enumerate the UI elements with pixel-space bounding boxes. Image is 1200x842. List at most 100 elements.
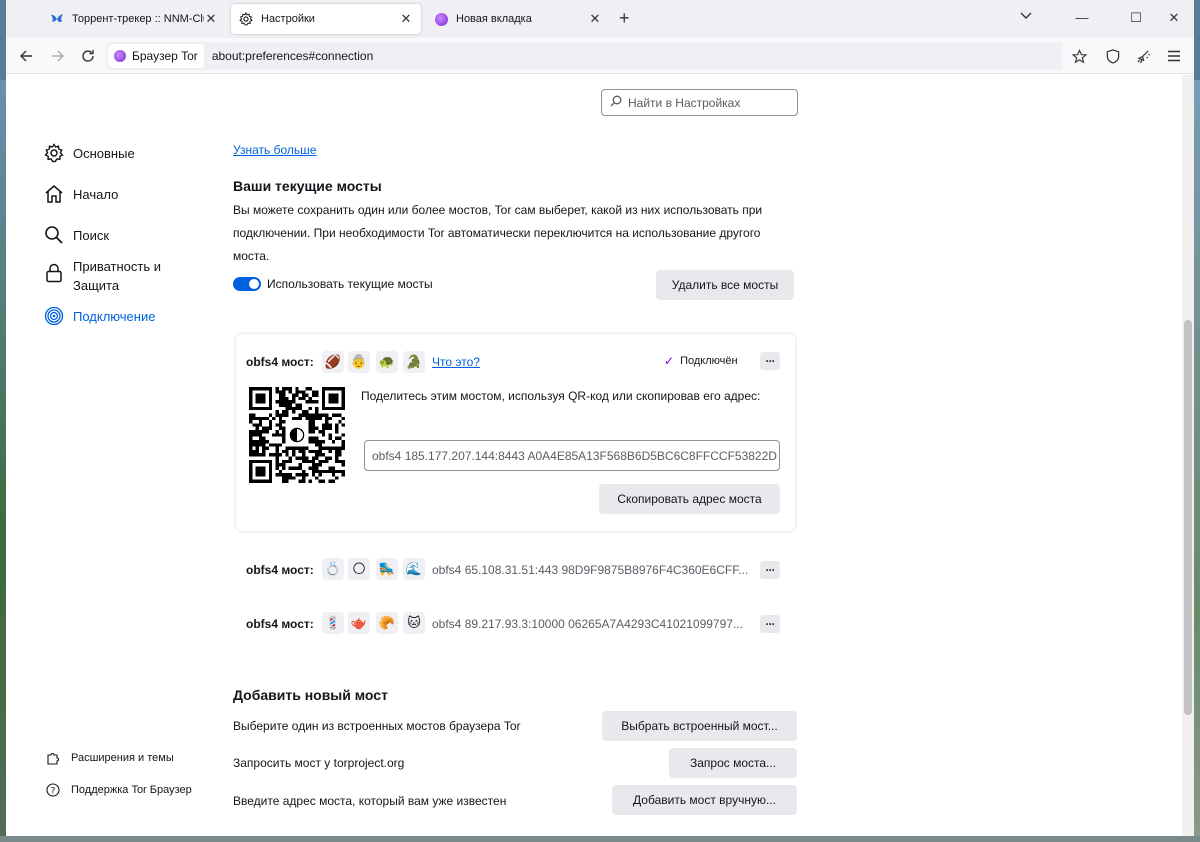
desktop-background-right (1194, 80, 1200, 842)
content-scrollbar[interactable] (1182, 75, 1194, 836)
bookmark-star-icon[interactable] (1070, 47, 1088, 65)
tab-new-tab[interactable]: Новая вкладка ✕ (426, 4, 610, 34)
use-current-bridges-row[interactable]: Использовать текущие мосты (233, 277, 433, 291)
identity-box[interactable]: Браузер Tor (108, 44, 204, 68)
bridge-emoji: 💍 (322, 558, 344, 580)
current-bridges-description: Вы можете сохранить один или более мосто… (233, 203, 763, 263)
back-arrow-icon[interactable] (16, 46, 36, 66)
gear-icon (44, 143, 64, 163)
sidebar-extensions-themes[interactable]: Расширения и темы (46, 751, 174, 765)
bridge-menu-button[interactable]: ··· (760, 561, 780, 579)
sidebar-item-label: Подключение (73, 308, 156, 324)
sidebar-item-label: Начало (73, 186, 119, 202)
learn-more-link[interactable]: Узнать больше (233, 143, 316, 157)
tor-browser-icon (114, 50, 126, 62)
sidebar-item-general[interactable]: Основные (44, 143, 135, 163)
add-bridge-manually-button[interactable]: Добавить мост вручную... (612, 785, 797, 815)
bridge-emoji: 💈 (322, 612, 344, 634)
sidebar-item-home[interactable]: Начало (44, 184, 118, 204)
home-icon (44, 184, 64, 204)
current-bridges-heading: Ваши текущие мосты (233, 178, 382, 194)
bridge-card: obfs4 мост: 🏈 👵 🐢 🐊 Что это? ✓ Подключён… (236, 334, 795, 531)
select-builtin-bridge-button[interactable]: Выбрать встроенный мост... (602, 711, 797, 741)
tor-connection-icon (44, 306, 64, 326)
bridge-type-label: obfs4 мост: (246, 563, 314, 577)
bridge-emoji: 🐱 (403, 612, 425, 634)
identity-label: Браузер Tor (132, 49, 198, 63)
new-identity-broom-icon[interactable] (1134, 47, 1152, 65)
bridge-emoji: 🫖 (348, 612, 370, 634)
bridge-emoji: 🌊 (403, 558, 425, 580)
tab-label: Настройки (261, 13, 315, 25)
sidebar-item-label: Поиск (73, 227, 110, 243)
tab-torrent-tracker[interactable]: Торрент-трекер :: NNM-Club ✕ (42, 4, 226, 34)
bridge-address: obfs4 89.217.93.3:10000 06265A7A4293C410… (432, 617, 743, 631)
close-window-icon[interactable]: ✕ (1166, 10, 1182, 26)
bridge-emoji: 👵 (348, 351, 370, 373)
bridge-emoji: 🛼 (376, 558, 398, 580)
desktop-background-bottom (0, 836, 1200, 842)
sidebar-item-privacy[interactable]: Приватность и Защита (44, 257, 183, 295)
bridge-emoji: 🌕 (348, 558, 370, 580)
search-placeholder: Найти в Настройках (628, 95, 741, 110)
bridge-menu-button[interactable]: ··· (760, 615, 780, 633)
bridge-emoji: 🐢 (376, 351, 398, 373)
lock-icon (44, 263, 64, 283)
remove-all-bridges-button[interactable]: Удалить все мосты (656, 270, 794, 300)
tor-onion-icon (434, 12, 448, 26)
new-tab-plus-icon[interactable]: + (619, 9, 630, 27)
sidebar-item-search[interactable]: Поиск (44, 225, 109, 245)
help-icon: ? (46, 783, 60, 797)
scrollbar-thumb[interactable] (1184, 320, 1192, 715)
checkmark-icon: ✓ (664, 354, 675, 368)
tab-settings[interactable]: Настройки ✕ (231, 4, 421, 34)
url-bar[interactable]: Браузер Tor about:preferences#connection (106, 42, 1062, 70)
close-tab-icon[interactable]: ✕ (204, 11, 218, 26)
bridge-address-field[interactable]: obfs4 185.177.207.144:8443 A0A4E85A13F56… (364, 440, 780, 471)
forward-arrow-icon[interactable] (48, 46, 68, 66)
bridge-emoji: 🥐 (376, 612, 398, 634)
search-settings-input[interactable]: Найти в Настройках (601, 89, 798, 116)
butterfly-icon (50, 12, 64, 26)
tab-label: Новая вкладка (456, 13, 532, 25)
bridge-menu-button[interactable]: ··· (760, 352, 780, 370)
navigation-toolbar: Браузер Tor about:preferences#connection (6, 38, 1194, 74)
add-manual-text: Введите адрес моста, который вам уже изв… (233, 794, 507, 808)
browser-window: Торрент-трекер :: NNM-Club ✕ Настройки ✕… (6, 0, 1194, 836)
sidebar-item-label: Приватность и Защита (73, 259, 162, 293)
url-text[interactable]: about:preferences#connection (212, 49, 373, 63)
use-current-bridges-toggle[interactable] (233, 277, 261, 291)
tab-label: Торрент-трекер :: NNM-Club (72, 13, 204, 25)
bridge-type-label: obfs4 мост: (246, 617, 314, 631)
puzzle-piece-icon (46, 751, 60, 765)
bridge-emoji: 🏈 (322, 351, 344, 373)
hamburger-menu-icon[interactable] (1165, 47, 1183, 65)
bridge-status: ✓ Подключён (664, 354, 738, 368)
bridge-status-label: Подключён (680, 355, 738, 367)
svg-text:?: ? (51, 786, 56, 796)
copy-bridge-address-button[interactable]: Скопировать адрес моста (599, 484, 780, 514)
tab-bar: Торрент-трекер :: NNM-Club ✕ Настройки ✕… (6, 0, 1194, 38)
bridge-type-label: obfs4 мост: (246, 355, 314, 369)
bridge-row: obfs4 мост: 💍 🌕 🛼 🌊 obfs4 65.108.31.51:4… (246, 558, 786, 582)
search-icon (610, 95, 622, 110)
close-tab-icon[interactable]: ✕ (399, 11, 413, 26)
request-bridge-text: Запросить мост у torproject.org (233, 756, 405, 770)
security-shield-icon[interactable] (1104, 47, 1122, 65)
request-bridge-button[interactable]: Запрос моста... (669, 748, 797, 778)
list-all-tabs-chevron-icon[interactable] (1020, 11, 1032, 23)
sidebar-footer-label: Расширения и темы (71, 752, 174, 764)
sidebar-item-connection[interactable]: Подключение (44, 306, 155, 326)
bridge-qr-code (249, 387, 345, 483)
preferences-content: Найти в Настройках Основные Начало Поиск (6, 75, 1182, 836)
sidebar-support[interactable]: ? Поддержка Tor Браузер (46, 783, 192, 797)
what-is-this-link[interactable]: Что это? (432, 355, 480, 369)
bridge-row: obfs4 мост: 💈 🫖 🥐 🐱 obfs4 89.217.93.3:10… (246, 612, 786, 636)
sidebar-footer-label: Поддержка Tor Браузер (71, 784, 192, 796)
close-tab-icon[interactable]: ✕ (588, 11, 602, 26)
gear-icon (239, 12, 253, 26)
minimize-icon[interactable]: — (1074, 10, 1090, 25)
use-current-bridges-label: Использовать текущие мосты (267, 277, 433, 291)
reload-icon[interactable] (78, 46, 98, 66)
maximize-icon[interactable]: ☐ (1128, 10, 1144, 26)
